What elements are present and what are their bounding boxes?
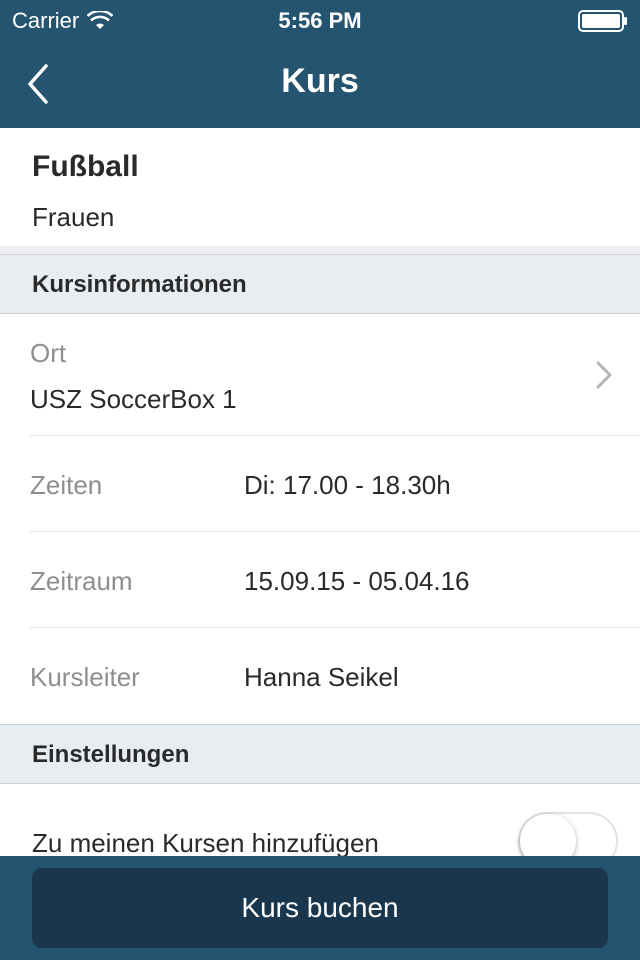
section-header-info: Kursinformationen [0,254,640,314]
section-header-settings: Einstellungen [0,724,640,784]
status-bar: Carrier 5:56 PM [0,0,640,40]
course-title: Fußball [32,150,139,183]
kursleiter-row: Kursleiter Hanna Seikel [0,628,640,724]
add-to-courses-label: Zu meinen Kursen hinzufügen [32,828,379,858]
section-title-settings: Einstellungen [32,741,190,768]
ort-value: USZ SoccerBox 1 [30,384,237,414]
header: Carrier 5:56 PM Kurs [0,0,640,128]
ort-row[interactable]: Ort USZ SoccerBox 1 [0,314,640,436]
page-title: Kurs [281,62,359,100]
zeitraum-value: 15.09.15 - 05.04.16 [244,566,470,596]
course-header: Fußball Frauen [0,128,640,248]
section-title-info: Kursinformationen [32,271,247,298]
zeitraum-row: Zeitraum 15.09.15 - 05.04.16 [0,532,640,628]
book-course-button[interactable]: Kurs buchen [32,868,608,948]
status-time: 5:56 PM [278,8,362,33]
zeiten-label: Zeiten [30,470,103,500]
nav-bar: Kurs [0,40,640,128]
zeiten-value: Di: 17.00 - 18.30h [244,470,451,500]
kursleiter-value: Hanna Seikel [244,662,399,692]
kursleiter-label: Kursleiter [30,662,140,692]
battery-icon [578,10,627,32]
zeitraum-label: Zeitraum [30,566,133,596]
footer-bar: Kurs buchen [0,856,640,960]
ort-label: Ort [30,338,67,368]
chevron-right-icon [596,361,612,389]
course-subtitle: Frauen [32,202,115,232]
section-divider [0,246,640,254]
zeiten-row: Zeiten Di: 17.00 - 18.30h [0,436,640,532]
